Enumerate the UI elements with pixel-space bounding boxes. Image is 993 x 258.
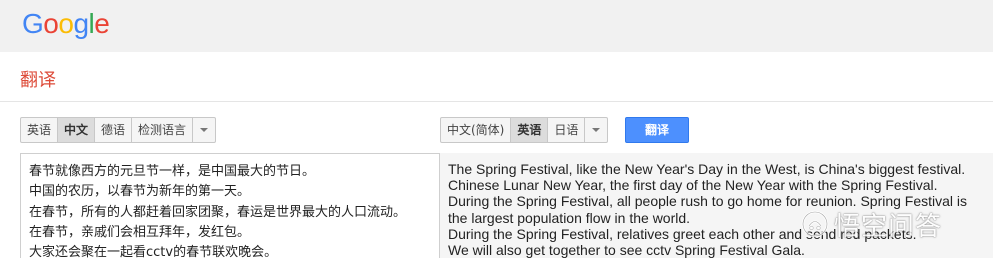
chevron-down-icon bbox=[592, 128, 601, 132]
source-text-input[interactable]: 春节就像西方的元旦节一样，是中国最大的节日。 中国的农历，以春节为新年的第一天。… bbox=[20, 153, 440, 258]
source-lang-dropdown[interactable] bbox=[193, 118, 215, 142]
google-logo[interactable]: Google bbox=[22, 8, 110, 40]
logo-letter: e bbox=[94, 8, 110, 39]
translation-line: We will also get together to see cctv Sp… bbox=[448, 242, 805, 258]
source-lang-german[interactable]: 德语 bbox=[95, 118, 133, 142]
source-text-line: 在春节，亲戚们会相互拜年，发红包。 bbox=[29, 224, 251, 240]
source-text-line: 春节就像西方的元旦节一样，是中国最大的节日。 bbox=[29, 164, 316, 179]
watermark: 悟空问答 bbox=[800, 207, 943, 242]
logo-letter: G bbox=[22, 8, 44, 39]
source-text-line: 在春节，所有的人都赶着回家团聚，春运是世界最大的人口流动。 bbox=[29, 204, 407, 220]
translate-button[interactable]: 翻译 bbox=[625, 117, 689, 143]
translation-line: Chinese Lunar New Year, the first day of… bbox=[448, 177, 938, 194]
target-lang-chinese-simplified[interactable]: 中文(简体) bbox=[441, 118, 512, 142]
chevron-down-icon bbox=[200, 128, 209, 132]
target-lang-english[interactable]: 英语 bbox=[511, 118, 549, 142]
logo-letter: o bbox=[58, 8, 74, 39]
translation-line: The Spring Festival, like the New Year's… bbox=[448, 161, 966, 177]
page-title: 翻译 bbox=[20, 70, 56, 91]
top-bar: Google bbox=[0, 0, 993, 52]
title-bar: 翻译 bbox=[0, 52, 993, 102]
target-lang-dropdown[interactable] bbox=[585, 118, 607, 142]
source-text-line: 大家还会聚在一起看cctv的春节联欢晚会。 bbox=[29, 245, 278, 258]
target-lang-japanese[interactable]: 日语 bbox=[548, 118, 586, 142]
target-language-bar: 中文(简体) 英语 日语 bbox=[440, 117, 609, 143]
source-language-bar: 英语 中文 德语 检测语言 bbox=[20, 117, 217, 143]
logo-letter: g bbox=[73, 8, 89, 39]
source-lang-detect[interactable]: 检测语言 bbox=[132, 118, 194, 142]
wukong-logo-icon bbox=[800, 209, 830, 239]
source-lang-chinese[interactable]: 中文 bbox=[58, 118, 96, 142]
watermark-text: 悟空问答 bbox=[834, 211, 943, 242]
source-lang-english[interactable]: 英语 bbox=[21, 118, 59, 142]
source-text-line: 中国的农历，以春节为新年的第一天。 bbox=[29, 184, 251, 200]
logo-letter: o bbox=[43, 8, 59, 39]
